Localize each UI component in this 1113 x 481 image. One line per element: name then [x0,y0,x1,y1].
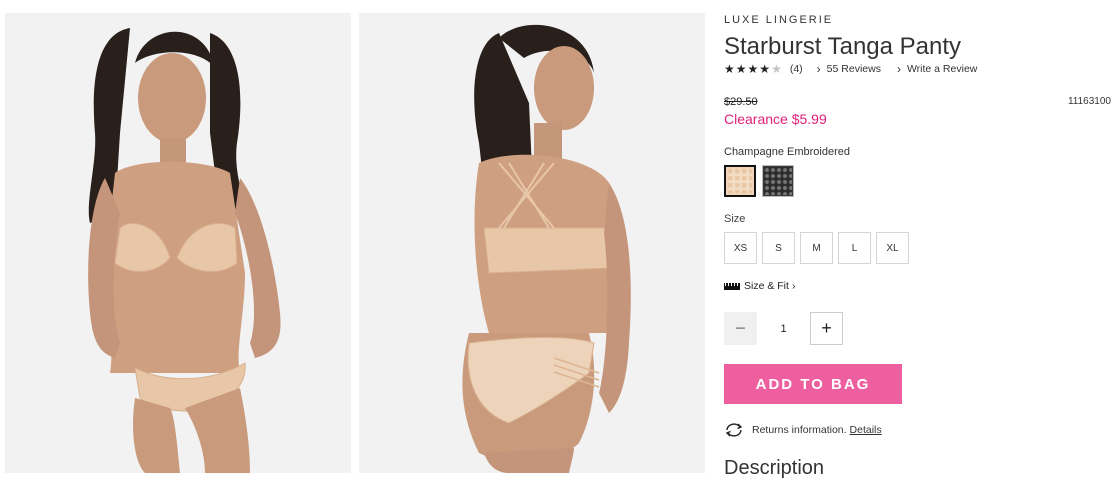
description-heading[interactable]: Description [724,457,824,480]
quantity-increase-button[interactable]: + [810,312,843,345]
add-to-bag-button[interactable]: ADD TO BAG [724,364,902,404]
size-label: Size [724,213,746,225]
star-icon: ★ [747,62,759,76]
details-link[interactable]: Details [850,424,882,436]
star-rating[interactable]: ★ ★ ★ ★ ★ [724,63,782,75]
chevron-right-icon: › [791,280,796,292]
size-l-button[interactable]: L [838,232,871,264]
swatch-black[interactable] [762,165,794,197]
returns-info: Returns information. Details [724,422,882,438]
original-price: $29.50 [724,96,758,108]
size-s-button[interactable]: S [762,232,795,264]
product-sku: 11163100 [1067,96,1111,107]
back-model-photo[interactable] [359,13,705,473]
size-xs-button[interactable]: XS [724,232,757,264]
front-model-illustration [5,13,351,473]
product-title: Starburst Tanga Panty [724,33,962,60]
returns-icon [725,423,743,437]
ruler-icon [724,282,740,290]
clearance-price: Clearance $5.99 [724,111,827,127]
star-icon: ★ [735,62,747,76]
quantity-stepper: − 1 + [724,312,843,345]
size-xl-button[interactable]: XL [876,232,909,264]
returns-text: Returns information. [752,424,847,436]
front-model-photo[interactable] [5,13,351,473]
brand-label: LUXE LINGERIE [724,14,834,26]
size-selector: XS S M L XL [724,232,909,264]
back-model-illustration [359,13,705,473]
reviews-link[interactable]: 55 Reviews [827,63,881,75]
star-icon: ★ [759,62,771,76]
write-review-link[interactable]: Write a Review [907,63,977,75]
swatch-champagne[interactable] [724,165,756,197]
rating-row: ★ ★ ★ ★ ★ (4) › 55 Reviews › Write a Review [724,62,993,76]
rating-count: (4) [789,63,803,75]
product-info-panel: LUXE LINGERIE Starburst Tanga Panty ★ ★ ★ ★… [724,0,1113,481]
size-m-button[interactable]: M [800,232,833,264]
chevron-right-icon: › [816,62,821,76]
size-fit-link[interactable]: Size & Fit › [724,280,795,292]
size-fit-label: Size & Fit [744,280,789,292]
star-icon: ★ [724,62,735,76]
star-icon: ★ [771,62,782,76]
chevron-right-icon: › [896,62,901,76]
quantity-value[interactable]: 1 [757,323,810,335]
quantity-decrease-button[interactable]: − [724,312,757,345]
color-label: Champagne Embroidered [724,146,850,158]
